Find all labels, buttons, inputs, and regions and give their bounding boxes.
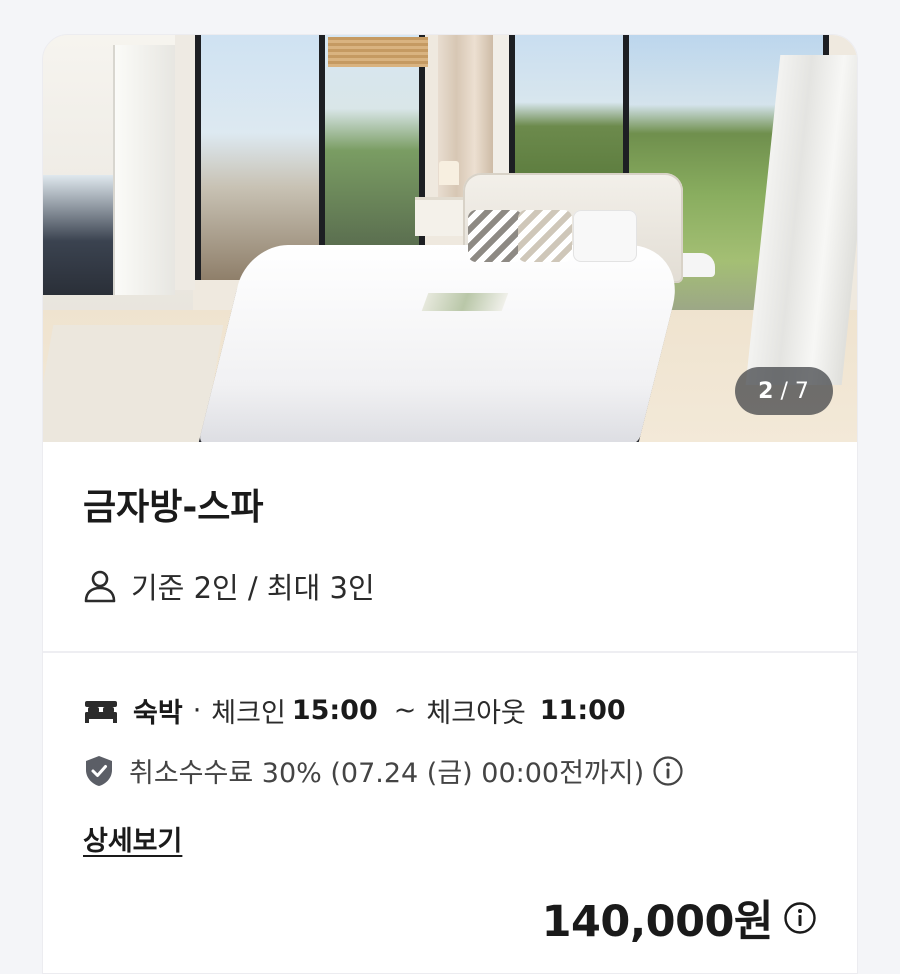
bed-icon [85, 700, 117, 723]
shield-icon [86, 755, 112, 786]
room-photo[interactable]: 2 / 7 [43, 35, 857, 442]
photo-door [113, 45, 175, 295]
room-card: 2 / 7 금자방-스파 기준 2인 / 최대 3인 숙박 · 체크인 15:0… [42, 34, 858, 974]
section-divider [43, 651, 857, 653]
photo-counter-total: 7 [794, 378, 810, 404]
details-link[interactable]: 상세보기 [83, 819, 182, 858]
photo-bed [198, 245, 688, 442]
photo-blind [328, 37, 428, 67]
stay-tilde: ~ [393, 695, 417, 726]
room-title: 금자방-스파 [83, 487, 264, 528]
checkout-label: 체크아웃 [426, 698, 526, 729]
photo-pillow [518, 210, 572, 262]
checkout-time: 11:00 [539, 695, 626, 726]
checkin-time: 15:00 [291, 695, 378, 726]
price-amount: 140,000원 [541, 897, 774, 947]
person-icon [84, 570, 116, 603]
capacity-row: 기준 2인 / 최대 3인 [83, 565, 375, 607]
photo-magazine [421, 293, 509, 311]
price-row: 140,000원 [542, 887, 817, 949]
info-icon[interactable] [652, 755, 684, 787]
cancellation-text: 취소수수료 30% (07.24 (금) 00:00전까지) [129, 758, 645, 789]
stay-type: 숙박 [133, 698, 183, 729]
cancellation-row: 취소수수료 30% (07.24 (금) 00:00전까지) [83, 751, 698, 790]
checkin-label: 체크인 [211, 698, 286, 729]
info-icon[interactable] [783, 901, 817, 935]
stay-bullet: · [192, 695, 202, 726]
photo-window [195, 35, 325, 280]
photo-pillow [573, 210, 637, 262]
stay-row: 숙박 · 체크인 15:00 ~ 체크아웃 11:00 [83, 691, 626, 730]
photo-counter-separator: / [780, 378, 789, 404]
photo-pillow [468, 210, 522, 262]
photo-pillar [175, 35, 195, 290]
photo-counter-current: 2 [758, 378, 775, 404]
photo-rug [43, 325, 224, 442]
capacity-text: 기준 2인 / 최대 3인 [131, 571, 375, 605]
photo-lamp [439, 161, 459, 185]
photo-counter: 2 / 7 [735, 367, 833, 415]
